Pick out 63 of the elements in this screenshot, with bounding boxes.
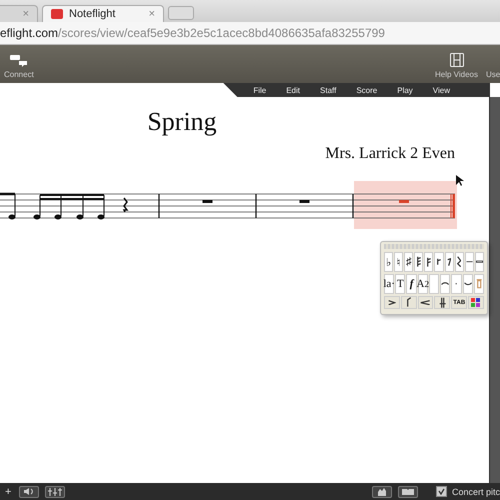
fermata-button[interactable] bbox=[440, 274, 450, 294]
notation-symbol-icon bbox=[388, 300, 396, 306]
tab-logo-icon bbox=[51, 9, 63, 19]
natural-button[interactable]: ♮ bbox=[394, 252, 404, 272]
measure-drawing[interactable] bbox=[0, 192, 160, 220]
concert-pitch-label: Concert pitc bbox=[452, 486, 500, 496]
eighth-rest-button[interactable] bbox=[424, 252, 434, 272]
menu-item[interactable]: View bbox=[422, 86, 460, 94]
notation-symbol-icon bbox=[406, 297, 411, 308]
address-bar[interactable]: eflight.com/scores/view/ceaf5e9e3b2e5c1acec8bd4086635afa83255799 bbox=[0, 22, 500, 45]
text-button[interactable]: T bbox=[395, 274, 406, 294]
notation-symbol-icon bbox=[426, 256, 432, 268]
notation-symbol-icon bbox=[438, 296, 446, 308]
notation-symbol-icon bbox=[476, 279, 482, 289]
menu-item[interactable]: Play bbox=[387, 86, 423, 94]
notation-symbol-icon bbox=[446, 258, 452, 266]
menu-item[interactable]: Edit bbox=[276, 86, 310, 94]
dynamics-button[interactable]: f bbox=[406, 274, 417, 294]
concert-pitch-checkbox[interactable] bbox=[436, 486, 447, 497]
rest-button[interactable] bbox=[434, 252, 444, 272]
mouse-pointer-icon bbox=[456, 175, 464, 187]
score-title: Spring bbox=[146, 106, 218, 137]
sixteenth-rest-button[interactable] bbox=[414, 252, 424, 272]
sharp-button[interactable]: ♯ bbox=[404, 252, 414, 272]
help-videos-button[interactable]: Help Videos bbox=[435, 53, 478, 79]
flat-button[interactable]: ♭ bbox=[384, 252, 394, 272]
notation-symbol-icon bbox=[436, 258, 442, 266]
menu-item[interactable]: Staff bbox=[310, 86, 346, 94]
quarter-rest-button[interactable] bbox=[454, 252, 464, 272]
connect-button[interactable]: Connect bbox=[4, 55, 34, 79]
whole-rest-button[interactable] bbox=[474, 252, 484, 272]
add-button[interactable]: + bbox=[3, 486, 14, 498]
breath-mark-button[interactable] bbox=[400, 296, 417, 309]
notation-symbol-icon bbox=[457, 256, 462, 268]
book-icon bbox=[400, 488, 415, 496]
clef-button[interactable] bbox=[434, 296, 450, 309]
mixer-button[interactable] bbox=[45, 486, 66, 498]
menu-item[interactable]: Score bbox=[346, 86, 388, 94]
speaker-icon bbox=[24, 488, 34, 495]
toolbar-button[interactable]: Use bbox=[486, 70, 500, 79]
slur-button[interactable] bbox=[462, 274, 473, 294]
book-button[interactable] bbox=[398, 486, 418, 498]
hairpin-button[interactable] bbox=[418, 296, 434, 309]
notation-symbol-icon bbox=[416, 256, 422, 268]
hand-button[interactable] bbox=[372, 486, 392, 498]
lyrics-button[interactable]: la· bbox=[384, 274, 394, 294]
measure-drawing[interactable] bbox=[158, 194, 256, 218]
composer-text: Mrs. Larrick 2 Even bbox=[324, 145, 455, 163]
palette-drag-handle[interactable] bbox=[384, 244, 484, 249]
speaker-button[interactable] bbox=[19, 486, 40, 498]
notation-symbol-icon bbox=[420, 300, 431, 306]
accent-button[interactable] bbox=[384, 296, 400, 309]
eighth-rest-button[interactable] bbox=[444, 252, 454, 272]
chat-bubbles-icon bbox=[10, 55, 28, 67]
menu-item[interactable]: File bbox=[243, 86, 276, 94]
measure-drawing[interactable] bbox=[255, 194, 354, 218]
color-squares-icon bbox=[471, 298, 482, 308]
scrollbar[interactable] bbox=[489, 97, 500, 483]
mixer-sliders-icon bbox=[48, 488, 62, 496]
color-button[interactable] bbox=[468, 296, 484, 309]
hand-icon bbox=[376, 488, 387, 496]
film-icon bbox=[450, 53, 464, 67]
browser-tab[interactable]: Noteflight × bbox=[42, 5, 164, 22]
